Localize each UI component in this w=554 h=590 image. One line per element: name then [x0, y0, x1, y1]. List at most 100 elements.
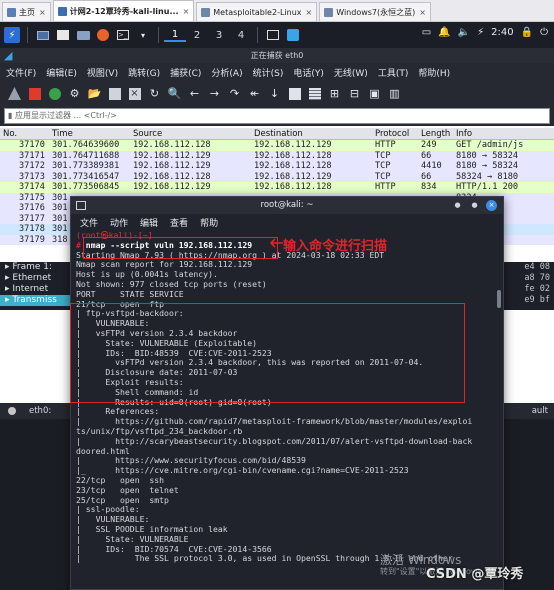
- terminal-icon[interactable]: >_: [115, 27, 131, 43]
- menu-help[interactable]: 帮助(H): [418, 66, 450, 79]
- packet-row[interactable]: 37172 301.773389381 192.168.112.129 192.168…: [0, 161, 554, 172]
- desktop-icon[interactable]: [35, 27, 51, 43]
- vm-tab-kali[interactable]: 计网2-12覃玲秀-kali-linu... ×: [52, 0, 195, 21]
- chevron-down-icon[interactable]: ▾: [135, 27, 151, 43]
- term-menu-edit[interactable]: 编辑: [140, 216, 158, 229]
- files-icon[interactable]: [55, 27, 71, 43]
- stop-capture-icon[interactable]: [26, 85, 43, 102]
- col-info[interactable]: Info: [456, 128, 472, 140]
- col-no[interactable]: No.: [3, 128, 17, 140]
- wireshark-window-icon[interactable]: [285, 27, 301, 43]
- start-capture-icon[interactable]: [6, 85, 23, 102]
- col-protocol[interactable]: Protocol: [375, 128, 409, 140]
- menu-tools[interactable]: 工具(T): [378, 66, 409, 79]
- close-icon[interactable]: ×: [419, 8, 426, 17]
- hex-bytes: a8 70: [524, 273, 550, 283]
- last-packet-icon[interactable]: ↓: [266, 85, 283, 102]
- vm-tab-windows7[interactable]: Windows7(永恒之蓝) ×: [319, 2, 431, 21]
- vm-tab-home[interactable]: 主页 ×: [2, 2, 51, 21]
- menu-wireless[interactable]: 无线(W): [334, 66, 368, 79]
- folder-icon[interactable]: [75, 27, 91, 43]
- colorize-icon[interactable]: [306, 85, 323, 102]
- term-menu-view[interactable]: 查看: [170, 216, 188, 229]
- menu-edit[interactable]: 编辑(E): [46, 66, 77, 79]
- divider: [158, 27, 159, 43]
- menu-telephony[interactable]: 电话(Y): [293, 66, 324, 79]
- packet-cell-len: 66: [421, 171, 432, 182]
- go-forward-icon[interactable]: →: [206, 85, 223, 102]
- term-menu-file[interactable]: 文件: [80, 216, 98, 229]
- workspace-4[interactable]: 4: [230, 30, 252, 41]
- find-icon[interactable]: 🔍: [166, 85, 183, 102]
- packet-row[interactable]: 37171 301.764711688 192.168.112.129 192.168…: [0, 150, 554, 161]
- packet-cell-info: HTTP/1.1 200: [456, 182, 519, 192]
- packet-cell-info: 58324 → 8180: [456, 171, 519, 182]
- kali-menu-icon[interactable]: ⚡: [4, 27, 20, 43]
- terminal-scrollbar[interactable]: [497, 290, 501, 308]
- capture-options-icon[interactable]: ⚙: [66, 85, 83, 102]
- hex-bytes: e9 bf: [524, 295, 550, 305]
- minimize-icon[interactable]: ●: [452, 200, 463, 211]
- close-icon[interactable]: ×: [486, 200, 497, 211]
- save-file-icon[interactable]: [106, 85, 123, 102]
- zoom-out-icon[interactable]: ⊟: [346, 85, 363, 102]
- terminal-output[interactable]: (root㉿kali)-[~] # nmap --script vuln 192.…: [71, 231, 503, 589]
- col-destination[interactable]: Destination: [254, 128, 303, 140]
- packet-row[interactable]: 37173 301.773416547 192.168.112.128 192.168…: [0, 171, 554, 182]
- menu-analyze[interactable]: 分析(A): [211, 66, 242, 79]
- power-icon[interactable]: ⏻: [540, 27, 548, 38]
- close-file-icon[interactable]: ×: [126, 85, 143, 102]
- menu-file[interactable]: 文件(F): [6, 66, 36, 79]
- packet-cell-time: 301.773416547: [52, 171, 120, 182]
- menu-statistics[interactable]: 统计(S): [253, 66, 284, 79]
- col-source[interactable]: Source: [133, 128, 162, 140]
- display-filter-input[interactable]: ▮ 应用显示过滤器 ... <Ctrl-/>: [4, 108, 550, 124]
- status-iface: eth0:: [29, 406, 52, 416]
- workspace-1[interactable]: 1: [164, 29, 186, 42]
- menu-capture[interactable]: 捕获(C): [170, 66, 201, 79]
- zoom-reset-icon[interactable]: ▣: [366, 85, 383, 102]
- col-length[interactable]: Length: [421, 128, 450, 140]
- first-packet-icon[interactable]: ↞: [246, 85, 263, 102]
- close-icon[interactable]: ×: [306, 8, 313, 17]
- reload-icon[interactable]: ↻: [146, 85, 163, 102]
- packet-cell-no: 37176: [19, 203, 45, 213]
- zoom-in-icon[interactable]: ⊞: [326, 85, 343, 102]
- notification-icon[interactable]: 🔔: [438, 27, 450, 38]
- clock[interactable]: 2:40: [491, 27, 513, 38]
- filter-placeholder: 应用显示过滤器 ... <Ctrl-/>: [14, 111, 117, 120]
- packet-cell-no: 37170: [19, 140, 45, 150]
- workspace-3[interactable]: 3: [208, 30, 230, 41]
- go-back-icon[interactable]: ←: [186, 85, 203, 102]
- workspace-2[interactable]: 2: [186, 30, 208, 41]
- bookmark-icon[interactable]: ▮: [8, 111, 12, 120]
- maximize-icon[interactable]: ●: [469, 200, 480, 211]
- close-icon[interactable]: ×: [183, 7, 190, 16]
- autoscroll-icon[interactable]: [286, 85, 303, 102]
- packet-cell-time: 301: [52, 192, 68, 203]
- term-menu-action[interactable]: 动作: [110, 216, 128, 229]
- packet-row[interactable]: 37170 301.764639600 192.168.112.128 192.168…: [0, 140, 554, 151]
- terminal-window-icon[interactable]: [265, 27, 281, 43]
- lock-icon[interactable]: 🔒: [521, 27, 533, 38]
- packet-cell-src: 192.168.112.128: [133, 171, 211, 182]
- term-menu-help[interactable]: 帮助: [200, 216, 218, 229]
- open-file-icon[interactable]: 📂: [86, 85, 103, 102]
- packet-row[interactable]: 37174 301.773506845 192.168.112.129 192.168…: [0, 182, 554, 193]
- status-profile[interactable]: ault: [532, 406, 548, 416]
- menu-view[interactable]: 视图(V): [87, 66, 118, 79]
- firefox-icon[interactable]: [95, 27, 111, 43]
- resize-columns-icon[interactable]: ▥: [386, 85, 403, 102]
- go-to-packet-icon[interactable]: ↷: [226, 85, 243, 102]
- close-icon[interactable]: ×: [39, 8, 46, 17]
- screen-icon[interactable]: ▭: [422, 27, 431, 38]
- volume-icon[interactable]: 🔈: [458, 27, 470, 38]
- hex-bytes: e4 08: [524, 262, 550, 272]
- packet-cell-time: 301: [52, 203, 68, 213]
- menu-go[interactable]: 跳转(G): [128, 66, 160, 79]
- vm-tab-strip: 主页 × 计网2-12覃玲秀-kali-linu... × Metasploit…: [0, 0, 554, 22]
- restart-capture-icon[interactable]: [46, 85, 63, 102]
- vm-tab-metasploitable[interactable]: Metasploitable2-Linux ×: [196, 2, 318, 21]
- col-time[interactable]: Time: [52, 128, 73, 140]
- battery-icon[interactable]: ⚡: [477, 27, 484, 38]
